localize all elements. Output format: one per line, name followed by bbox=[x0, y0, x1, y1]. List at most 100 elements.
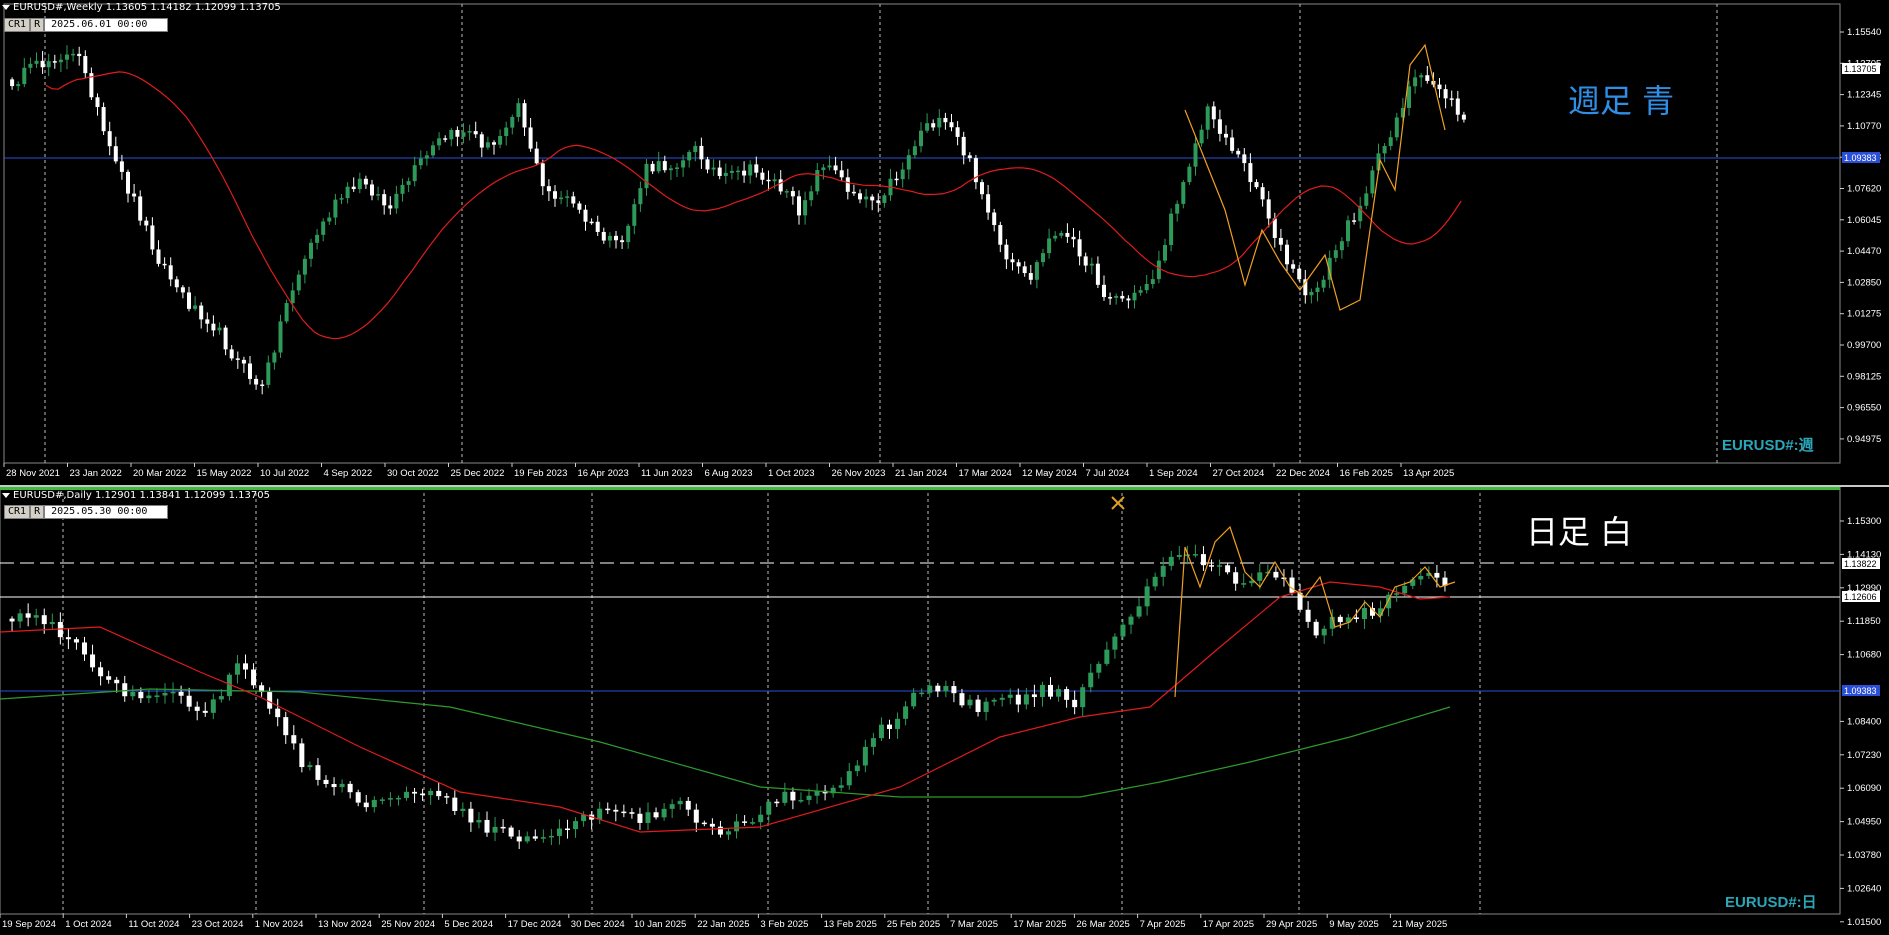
candle-body bbox=[339, 198, 344, 200]
date-label: 22 Jan 2025 bbox=[697, 919, 749, 930]
candle-body bbox=[1272, 218, 1277, 238]
daily-chart-canvas[interactable]: 1.153001.141301.129901.118501.106801.084… bbox=[0, 487, 1889, 935]
candle-body bbox=[345, 186, 350, 199]
candle-body bbox=[1273, 571, 1279, 578]
candle-body bbox=[1015, 694, 1021, 705]
candle-body bbox=[760, 172, 765, 180]
candle-body bbox=[644, 163, 649, 189]
candle-body bbox=[583, 209, 588, 222]
candle-body bbox=[452, 797, 458, 811]
weekly-r-button[interactable]: R bbox=[30, 18, 45, 32]
candle-body bbox=[851, 191, 856, 194]
weekly-chart-pane[interactable]: 1.15540 1.13705 1.12345 1.10770 1.09383 1.076… bbox=[0, 0, 1889, 485]
candle-body bbox=[1443, 89, 1448, 99]
candle-body bbox=[705, 159, 710, 170]
daily-chart-pane[interactable]: 1.15300 1.14130 1.12990 1.11850 1.10680 1.084… bbox=[0, 487, 1889, 935]
candle-body bbox=[355, 792, 361, 803]
candle-body bbox=[1077, 239, 1082, 257]
date-label: 11 Jun 2023 bbox=[641, 468, 693, 479]
daily-datetime-field[interactable]: 2025.05.30 00:00 bbox=[44, 505, 169, 519]
candle-body bbox=[620, 240, 625, 243]
candle-body bbox=[1048, 684, 1053, 697]
candle-body bbox=[784, 191, 789, 193]
date-label: 13 Feb 2025 bbox=[824, 919, 877, 930]
candle-body bbox=[645, 812, 651, 823]
candle-body bbox=[1175, 203, 1180, 214]
candle-body bbox=[782, 791, 788, 803]
candle-body bbox=[961, 136, 966, 156]
candle-body bbox=[1297, 268, 1302, 280]
candle-body bbox=[1089, 263, 1094, 266]
candle-body bbox=[1031, 694, 1037, 698]
candle-body bbox=[1337, 616, 1343, 623]
date-label: 15 May 2022 bbox=[197, 468, 252, 479]
candle-body bbox=[331, 783, 337, 788]
candle-body bbox=[1108, 297, 1113, 299]
candle-body bbox=[717, 167, 722, 176]
candle-body bbox=[406, 181, 411, 185]
weekly-cr1-button[interactable]: CR1 bbox=[4, 18, 31, 32]
daily-chart-header: EURUSD#,Daily 1.12901 1.13841 1.12099 1.… bbox=[2, 490, 270, 501]
weekly-datetime-field[interactable]: 2025.06.01 00:00 bbox=[44, 18, 169, 32]
candle-body bbox=[156, 249, 161, 264]
candle-body bbox=[669, 804, 675, 809]
candle-body bbox=[1236, 150, 1241, 155]
candle-body bbox=[1163, 245, 1167, 261]
candle-body bbox=[742, 170, 747, 176]
date-label: 26 Mar 2025 bbox=[1076, 919, 1129, 930]
candle-body bbox=[943, 686, 949, 692]
candle-body bbox=[1047, 238, 1052, 254]
candle-body bbox=[1224, 133, 1228, 138]
candle-body bbox=[668, 168, 673, 171]
candle-body bbox=[154, 695, 160, 697]
price-label: 1.11850 bbox=[1847, 616, 1881, 627]
candle-body bbox=[272, 352, 277, 363]
daily-r-button[interactable]: R bbox=[30, 505, 45, 519]
candle-body bbox=[234, 663, 240, 675]
candle-body bbox=[431, 145, 435, 156]
candle-body bbox=[444, 796, 450, 798]
candle-body bbox=[387, 798, 393, 800]
candle-body bbox=[876, 200, 881, 203]
candle-body bbox=[595, 221, 600, 232]
candle-body bbox=[1072, 699, 1078, 708]
candle-body bbox=[1437, 84, 1442, 90]
candle-body bbox=[284, 303, 289, 322]
candle-body bbox=[299, 743, 305, 768]
candle-body bbox=[723, 172, 728, 176]
daily-cr1-button[interactable]: CR1 bbox=[4, 505, 31, 519]
date-label: 27 Oct 2024 bbox=[1213, 468, 1265, 479]
price-label: 1.02640 bbox=[1847, 883, 1881, 894]
price-label: 1.07230 bbox=[1847, 750, 1881, 761]
candle-body bbox=[302, 258, 307, 275]
candle-body bbox=[106, 676, 112, 680]
candle-body bbox=[379, 799, 385, 801]
candle-body bbox=[1321, 279, 1326, 288]
candle-body bbox=[107, 131, 112, 147]
candle-body bbox=[951, 686, 957, 694]
candle-body bbox=[33, 615, 39, 618]
candle-body bbox=[927, 685, 933, 693]
weekly-chart-canvas[interactable]: 1.15540 1.13705 1.12345 1.10770 1.09383 1.076… bbox=[0, 0, 1889, 485]
date-label: 29 Apr 2025 bbox=[1266, 919, 1317, 930]
candle-body bbox=[1333, 250, 1338, 258]
candle-body bbox=[73, 639, 79, 643]
price-label: 0.99700 bbox=[1847, 340, 1881, 351]
candle-body bbox=[1285, 244, 1289, 265]
date-label: 7 Mar 2025 bbox=[950, 919, 998, 930]
candle-body bbox=[1102, 284, 1106, 298]
candle-body bbox=[254, 378, 259, 385]
candle-body bbox=[17, 613, 23, 622]
candle-body bbox=[510, 116, 515, 128]
candle-body bbox=[1455, 98, 1460, 115]
collapse-arrow-icon[interactable] bbox=[2, 492, 10, 498]
candle-body bbox=[412, 791, 418, 794]
price-label: 1.15540 bbox=[1847, 27, 1881, 38]
candle-body bbox=[806, 795, 812, 800]
candle-body bbox=[460, 808, 466, 811]
candle-body bbox=[174, 279, 179, 288]
collapse-arrow-icon[interactable] bbox=[2, 4, 10, 10]
candle-body bbox=[1065, 232, 1070, 237]
candle-body bbox=[52, 61, 57, 63]
hline-price-tag: 1.09383 bbox=[1844, 686, 1877, 696]
